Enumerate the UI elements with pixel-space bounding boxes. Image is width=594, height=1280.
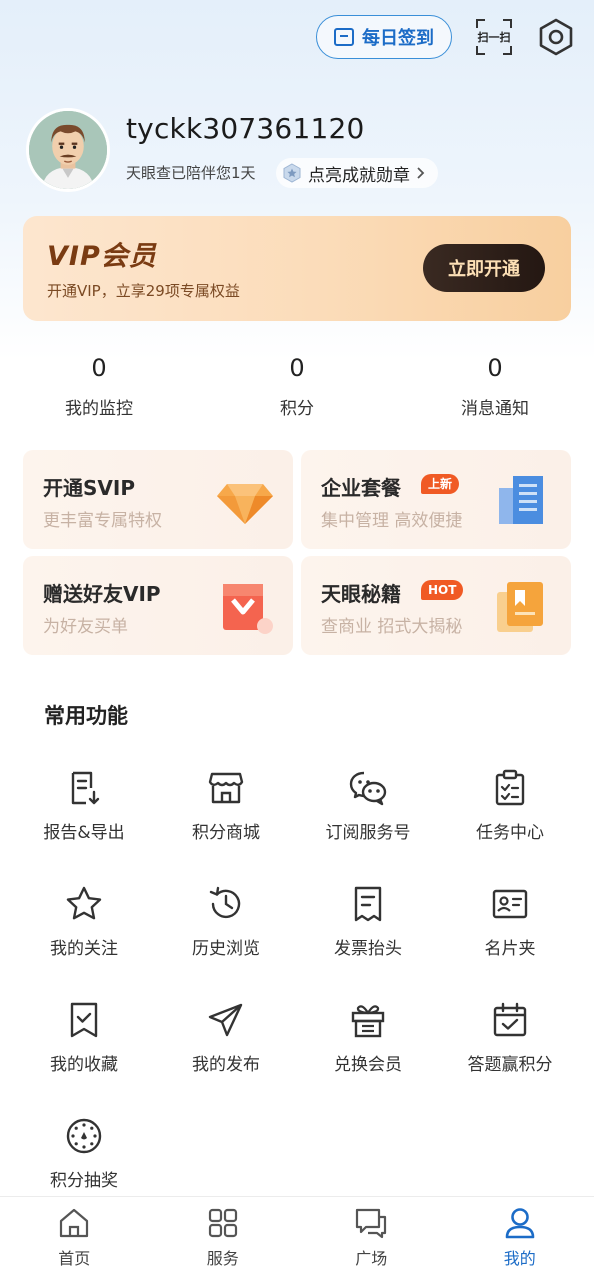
func-label: 兑换会员 bbox=[334, 1055, 402, 1075]
gift-icon bbox=[351, 1005, 385, 1038]
chat-icon bbox=[356, 1208, 387, 1239]
vip-title: VIP会员 bbox=[47, 241, 157, 272]
daily-checkin-label: 每日签到 bbox=[362, 28, 434, 49]
business-card-icon bbox=[492, 889, 528, 919]
top-bar: 每日签到 扫一扫 bbox=[316, 14, 576, 60]
hot-tag: HOT bbox=[421, 580, 464, 600]
wechat-icon bbox=[349, 771, 387, 806]
stat-value: 0 bbox=[91, 354, 107, 382]
vip-card[interactable]: VIP会员 开通VIP，立享29项专属权益 立即开通 bbox=[23, 216, 571, 321]
promo-title: 天眼秘籍 bbox=[321, 582, 401, 606]
func-label: 名片夹 bbox=[484, 939, 536, 959]
nav-home[interactable]: 首页 bbox=[0, 1197, 149, 1280]
nav-label: 我的 bbox=[503, 1249, 536, 1268]
func-label: 积分商城 bbox=[192, 823, 260, 843]
promo-svip[interactable]: 开通SVIP 更丰富专属特权 bbox=[23, 450, 293, 549]
func-points-store[interactable]: 积分商城 bbox=[152, 768, 300, 868]
avatar[interactable] bbox=[26, 108, 110, 192]
nav-services[interactable]: 服务 bbox=[149, 1197, 298, 1280]
func-redeem-membership[interactable]: 兑换会员 bbox=[294, 1000, 442, 1100]
promo-subtitle: 查商业 招式大揭秘 bbox=[321, 617, 463, 637]
common-functions-title: 常用功能 bbox=[44, 704, 128, 728]
clipboard-icon bbox=[495, 769, 525, 806]
func-my-posts[interactable]: 我的发布 bbox=[152, 1000, 300, 1100]
stat-label: 我的监控 bbox=[65, 399, 133, 419]
stat-label: 积分 bbox=[280, 399, 314, 419]
store-icon bbox=[208, 772, 244, 804]
grid-icon bbox=[208, 1208, 237, 1238]
promo-subtitle: 为好友买单 bbox=[43, 617, 128, 637]
func-subscribe-account[interactable]: 订阅服务号 bbox=[294, 768, 442, 868]
func-label: 订阅服务号 bbox=[325, 823, 411, 843]
star-icon bbox=[66, 886, 102, 920]
send-icon bbox=[208, 1003, 243, 1037]
stat-points[interactable]: 0 积分 bbox=[217, 350, 377, 419]
func-my-favorites[interactable]: 我的收藏 bbox=[10, 1000, 158, 1100]
book-icon bbox=[497, 582, 543, 632]
report-export-icon bbox=[71, 771, 100, 805]
func-my-follows[interactable]: 我的关注 bbox=[10, 884, 158, 984]
stat-label: 消息通知 bbox=[461, 399, 529, 419]
func-label: 历史浏览 bbox=[192, 939, 260, 959]
vip-open-button[interactable]: 立即开通 bbox=[423, 244, 545, 292]
promo-secrets[interactable]: 天眼秘籍 HOT 查商业 招式大揭秘 bbox=[301, 556, 571, 655]
username: tyckk307361120 bbox=[126, 112, 365, 145]
calendar-icon bbox=[334, 28, 354, 46]
promo-title: 开通SVIP bbox=[43, 476, 135, 500]
promo-gift-vip[interactable]: 赠送好友VIP 为好友买单 bbox=[23, 556, 293, 655]
diamond-icon bbox=[217, 484, 273, 524]
func-task-center[interactable]: 任务中心 bbox=[436, 768, 584, 868]
calendar-check-icon bbox=[493, 1002, 527, 1037]
promo-enterprise[interactable]: 企业套餐 上新 集中管理 高效便捷 bbox=[301, 450, 571, 549]
gift-bag-icon bbox=[223, 584, 273, 634]
bottom-nav: 首页 服务 广场 我的 bbox=[0, 1196, 594, 1280]
func-label: 我的收藏 bbox=[50, 1055, 118, 1075]
lottery-wheel-icon bbox=[66, 1118, 102, 1154]
func-report-export[interactable]: 报告&导出 bbox=[10, 768, 158, 868]
nav-label: 首页 bbox=[58, 1249, 91, 1268]
history-icon bbox=[209, 886, 241, 919]
scan-button[interactable]: 扫一扫 bbox=[474, 17, 514, 57]
func-label: 答题赢积分 bbox=[467, 1055, 553, 1075]
nav-label: 服务 bbox=[206, 1249, 239, 1268]
home-icon bbox=[60, 1208, 89, 1238]
new-tag: 上新 bbox=[421, 474, 460, 494]
stats-row: 0 我的监控 0 积分 0 消息通知 bbox=[0, 350, 594, 430]
stat-value: 0 bbox=[289, 354, 305, 382]
chevron-right-icon bbox=[417, 167, 425, 179]
settings-icon[interactable] bbox=[536, 17, 576, 57]
scan-label: 扫一扫 bbox=[477, 31, 511, 44]
func-label: 我的发布 bbox=[192, 1055, 260, 1075]
func-quiz-points[interactable]: 答题赢积分 bbox=[436, 1000, 584, 1100]
func-business-cards[interactable]: 名片夹 bbox=[436, 884, 584, 984]
building-icon bbox=[499, 476, 543, 524]
user-icon bbox=[505, 1208, 535, 1239]
achievement-badge-link[interactable]: 点亮成就勋章 bbox=[276, 158, 438, 188]
vip-subtitle: 开通VIP，立享29项专属权益 bbox=[47, 282, 240, 300]
nav-square[interactable]: 广场 bbox=[297, 1197, 446, 1280]
func-invoice-header[interactable]: 发票抬头 bbox=[294, 884, 442, 984]
func-label: 我的关注 bbox=[50, 939, 118, 959]
invoice-icon bbox=[354, 886, 382, 922]
stat-monitor[interactable]: 0 我的监控 bbox=[19, 350, 179, 419]
func-label: 积分抽奖 bbox=[50, 1171, 118, 1191]
accompany-text: 天眼查已陪伴您1天 bbox=[126, 164, 256, 182]
bookmark-icon bbox=[70, 1002, 98, 1038]
func-label: 任务中心 bbox=[476, 823, 544, 843]
nav-mine[interactable]: 我的 bbox=[446, 1197, 594, 1280]
promo-title: 企业套餐 bbox=[321, 476, 401, 500]
promo-title: 赠送好友VIP bbox=[43, 582, 161, 606]
daily-checkin-button[interactable]: 每日签到 bbox=[316, 15, 452, 59]
func-history[interactable]: 历史浏览 bbox=[152, 884, 300, 984]
promo-subtitle: 集中管理 高效便捷 bbox=[321, 511, 463, 531]
stat-value: 0 bbox=[487, 354, 503, 382]
medal-icon bbox=[283, 163, 301, 183]
nav-label: 广场 bbox=[355, 1249, 388, 1268]
stat-notifications[interactable]: 0 消息通知 bbox=[415, 350, 575, 419]
achievement-label: 点亮成就勋章 bbox=[308, 165, 410, 186]
func-label: 报告&导出 bbox=[43, 823, 125, 843]
func-label: 发票抬头 bbox=[334, 939, 402, 959]
promo-subtitle: 更丰富专属特权 bbox=[43, 511, 162, 531]
